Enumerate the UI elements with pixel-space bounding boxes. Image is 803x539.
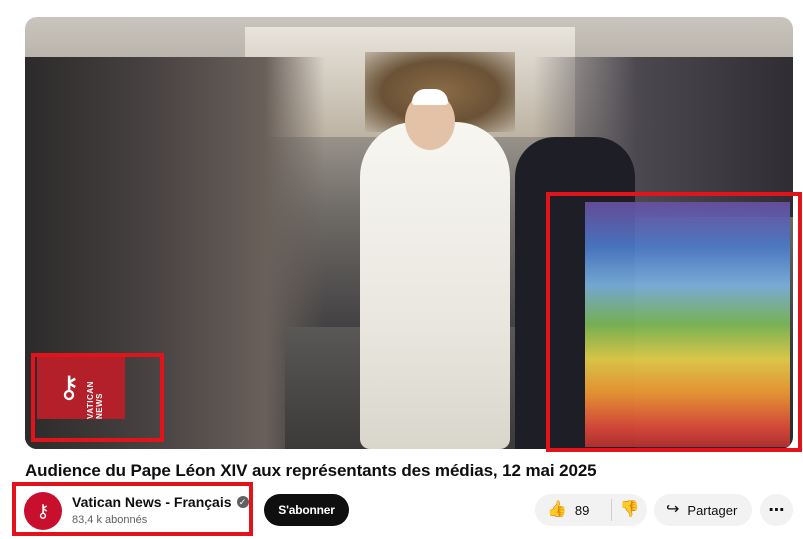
dislike-button[interactable]: 👎 bbox=[612, 494, 647, 526]
share-icon: ↪ bbox=[666, 501, 680, 518]
pope-figure bbox=[360, 122, 510, 449]
like-count: 89 bbox=[574, 502, 590, 518]
thumbs-down-icon: 👎 bbox=[619, 501, 640, 518]
subscribe-button[interactable]: S'abonner bbox=[264, 494, 349, 526]
video-title: Audience du Pape Léon XIV aux représenta… bbox=[25, 461, 597, 480]
pope-zucchetto bbox=[412, 89, 448, 105]
share-label: Partager bbox=[687, 502, 738, 518]
highlight-logo bbox=[31, 353, 164, 442]
share-button[interactable]: ↪ Partager bbox=[654, 494, 752, 526]
highlight-channel bbox=[12, 482, 253, 536]
more-actions-button[interactable]: ⋯ bbox=[760, 494, 793, 526]
like-dislike-group: 👍 89 👎 bbox=[535, 494, 647, 526]
more-icon: ⋯ bbox=[768, 502, 785, 519]
highlight-flag bbox=[546, 192, 802, 452]
like-button[interactable]: 👍 89 bbox=[535, 494, 611, 526]
thumbs-up-icon: 👍 bbox=[547, 501, 567, 518]
